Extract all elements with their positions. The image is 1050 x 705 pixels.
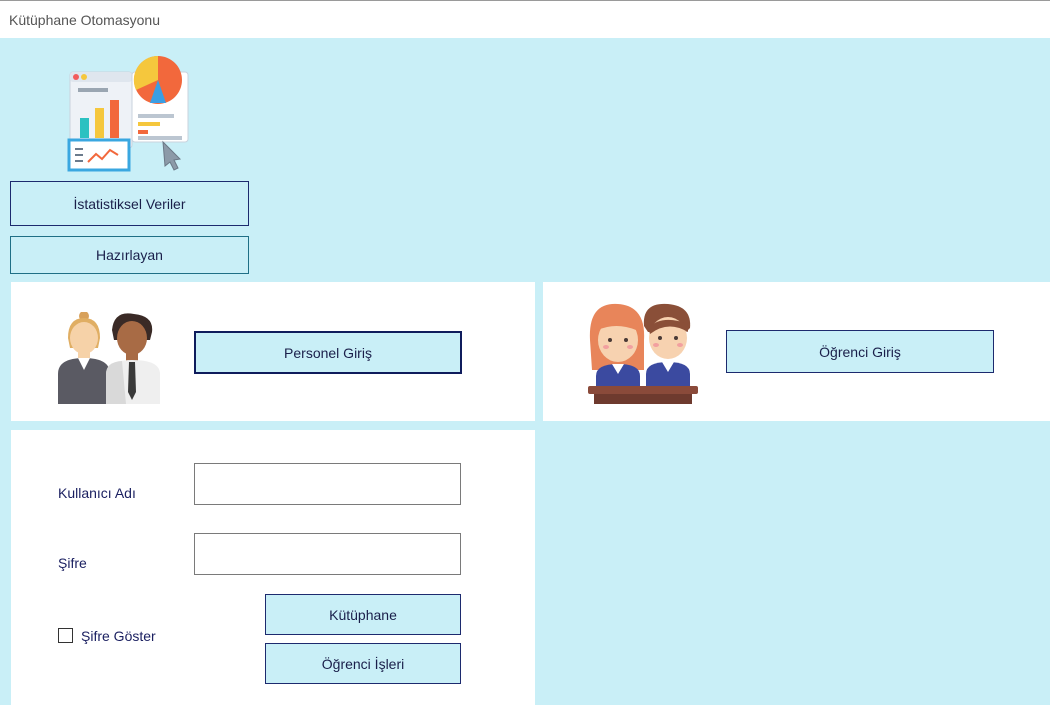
statistics-button[interactable]: İstatistiksel Veriler — [10, 181, 249, 226]
staff-login-button[interactable]: Personel Giriş — [194, 331, 462, 374]
show-password-label: Şifre Göster — [81, 628, 156, 644]
staff-people-icon — [58, 312, 160, 404]
title-bar: Kütüphane Otomasyonu — [0, 0, 1050, 38]
statistics-report-icon — [67, 56, 189, 172]
password-input[interactable] — [194, 533, 461, 575]
student-affairs-button-label: Öğrenci İşleri — [321, 655, 405, 672]
library-button-label: Kütüphane — [329, 606, 397, 623]
username-input[interactable] — [194, 463, 461, 505]
statistics-button-label: İstatistiksel Veriler — [73, 195, 186, 212]
library-button[interactable]: Kütüphane — [265, 594, 461, 635]
author-button-label: Hazırlayan — [96, 247, 163, 263]
main-window-client: İstatistiksel Veriler Hazırlayan Persone… — [0, 38, 1050, 705]
student-login-panel: Öğrenci Giriş — [543, 282, 1050, 421]
students-icon — [588, 303, 698, 404]
student-login-button[interactable]: Öğrenci Giriş — [726, 330, 994, 373]
login-form-panel: Kullanıcı Adı Şifre Şifre Göster Kütüpha… — [11, 430, 535, 705]
window-title: Kütüphane Otomasyonu — [9, 12, 160, 28]
password-label: Şifre — [58, 555, 87, 571]
staff-login-panel: Personel Giriş — [11, 282, 535, 421]
student-affairs-button[interactable]: Öğrenci İşleri — [265, 643, 461, 684]
username-label: Kullanıcı Adı — [58, 485, 136, 501]
show-password-checkbox[interactable] — [58, 628, 73, 643]
staff-login-button-label: Personel Giriş — [284, 344, 372, 361]
student-login-button-label: Öğrenci Giriş — [819, 343, 901, 360]
author-button[interactable]: Hazırlayan — [10, 236, 249, 274]
